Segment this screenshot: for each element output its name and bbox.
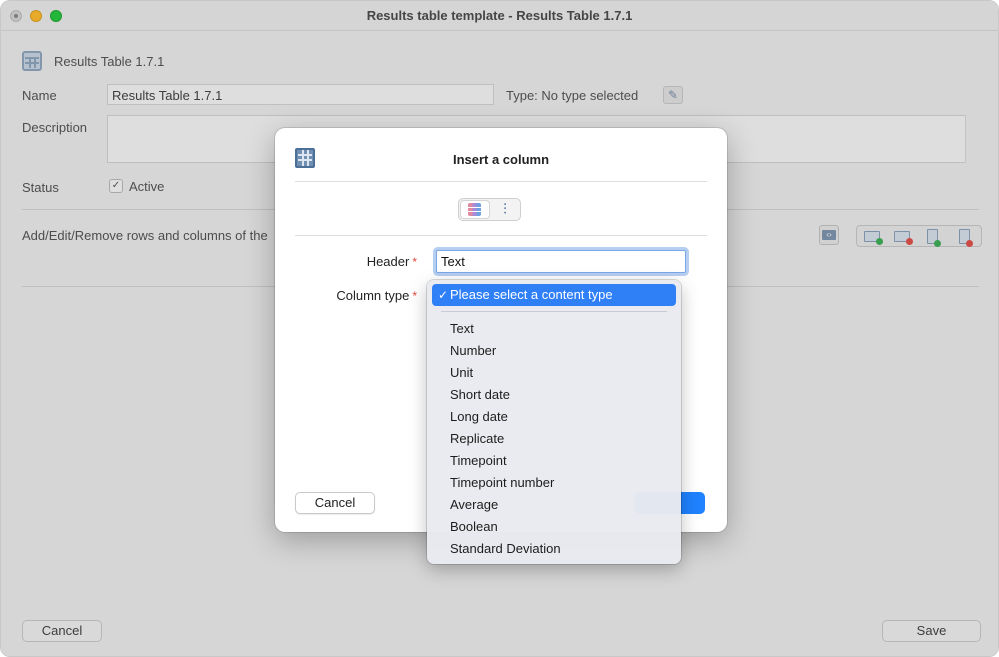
menu-item[interactable]: Timepoint number <box>450 475 554 490</box>
column-type-dropdown-menu: ✓ Please select a content type Text Numb… <box>427 280 681 564</box>
menu-item[interactable]: Text <box>450 321 474 336</box>
menu-item[interactable]: Average <box>450 497 498 512</box>
column-type-label: Column type * <box>336 288 417 303</box>
checkmark-icon: ✓ <box>438 288 449 302</box>
column-type-label-text: Column type <box>336 288 410 303</box>
menu-item-label: Please select a content type <box>450 287 613 302</box>
dialog-title: Insert a column <box>452 152 550 167</box>
menu-item-selected[interactable]: ✓ Please select a content type <box>432 284 676 306</box>
menu-item[interactable]: Long date <box>450 409 508 424</box>
menu-item[interactable]: Short date <box>450 387 510 402</box>
menu-item[interactable]: Timepoint <box>450 453 507 468</box>
header-input[interactable]: Text <box>436 250 686 273</box>
header-label-text: Header <box>366 254 410 269</box>
menu-item[interactable]: Number <box>450 343 496 358</box>
dialog-cancel-button[interactable]: Cancel <box>295 492 375 514</box>
menu-item[interactable]: Replicate <box>450 431 504 446</box>
menu-separator <box>441 311 667 312</box>
menu-item[interactable]: Standard Deviation <box>450 541 561 556</box>
required-marker: * <box>412 255 417 269</box>
menu-item[interactable]: Boolean <box>450 519 498 534</box>
divider <box>295 181 707 182</box>
table-columns-icon[interactable] <box>461 201 489 218</box>
sliders-icon[interactable]: ⫶ <box>492 201 518 218</box>
menu-item[interactable]: Unit <box>450 365 473 380</box>
view-segmented-control: ⫶ <box>458 198 521 221</box>
divider <box>295 235 707 236</box>
required-marker: * <box>412 289 417 303</box>
header-label: Header * <box>367 254 417 269</box>
